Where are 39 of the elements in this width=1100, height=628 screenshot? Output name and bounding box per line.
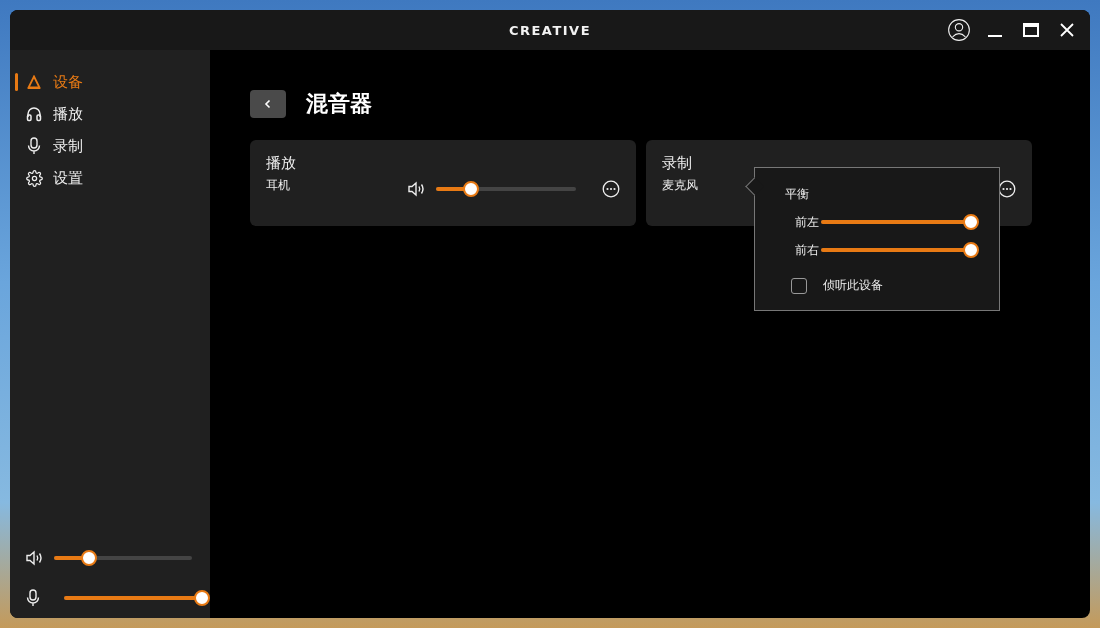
more-button[interactable] xyxy=(998,180,1016,198)
chevron-left-icon xyxy=(263,99,273,109)
slider-thumb[interactable] xyxy=(194,590,210,606)
page-title: 混音器 xyxy=(306,90,372,118)
device-name: 耳机 xyxy=(266,177,290,194)
device-name: 麦克风 xyxy=(662,177,698,194)
sidebar-item[interactable]: 设备 xyxy=(10,66,210,98)
more-button[interactable] xyxy=(602,180,620,198)
card-title: 播放 xyxy=(266,154,297,173)
triangle-icon xyxy=(27,75,41,89)
speaker-icon xyxy=(408,181,426,197)
speaker-icon xyxy=(26,550,44,566)
microphone-icon xyxy=(26,589,40,607)
sidebar-item[interactable]: 录制 xyxy=(10,130,210,162)
account-button[interactable] xyxy=(948,19,970,41)
slider-thumb[interactable] xyxy=(463,181,479,197)
user-icon xyxy=(948,18,970,42)
headphones-icon xyxy=(26,106,42,122)
channel-label: 前右 xyxy=(795,241,819,259)
more-icon xyxy=(998,180,1016,198)
close-icon xyxy=(1060,23,1074,37)
slider-thumb[interactable] xyxy=(963,242,979,258)
more-icon xyxy=(602,180,620,198)
maximize-icon xyxy=(1023,23,1039,37)
checkbox-label: 侦听此设备 xyxy=(823,277,883,294)
checkbox[interactable] xyxy=(791,277,807,294)
card-title: 录制 xyxy=(662,154,693,173)
minimize-icon xyxy=(988,35,1002,37)
selection-indicator xyxy=(15,73,18,91)
sidebar-item[interactable]: 播放 xyxy=(10,98,210,130)
popup-heading: 平衡 xyxy=(785,186,810,203)
slider-thumb[interactable] xyxy=(80,550,97,566)
channel-label: 前左 xyxy=(795,213,819,231)
slider-thumb[interactable] xyxy=(963,214,979,230)
brand-logo: CREATIVE xyxy=(508,22,592,38)
microphone-icon xyxy=(27,137,41,155)
sidebar-item[interactable]: 设置 xyxy=(10,162,210,194)
back-button[interactable] xyxy=(250,90,286,118)
gear-icon xyxy=(25,169,43,187)
